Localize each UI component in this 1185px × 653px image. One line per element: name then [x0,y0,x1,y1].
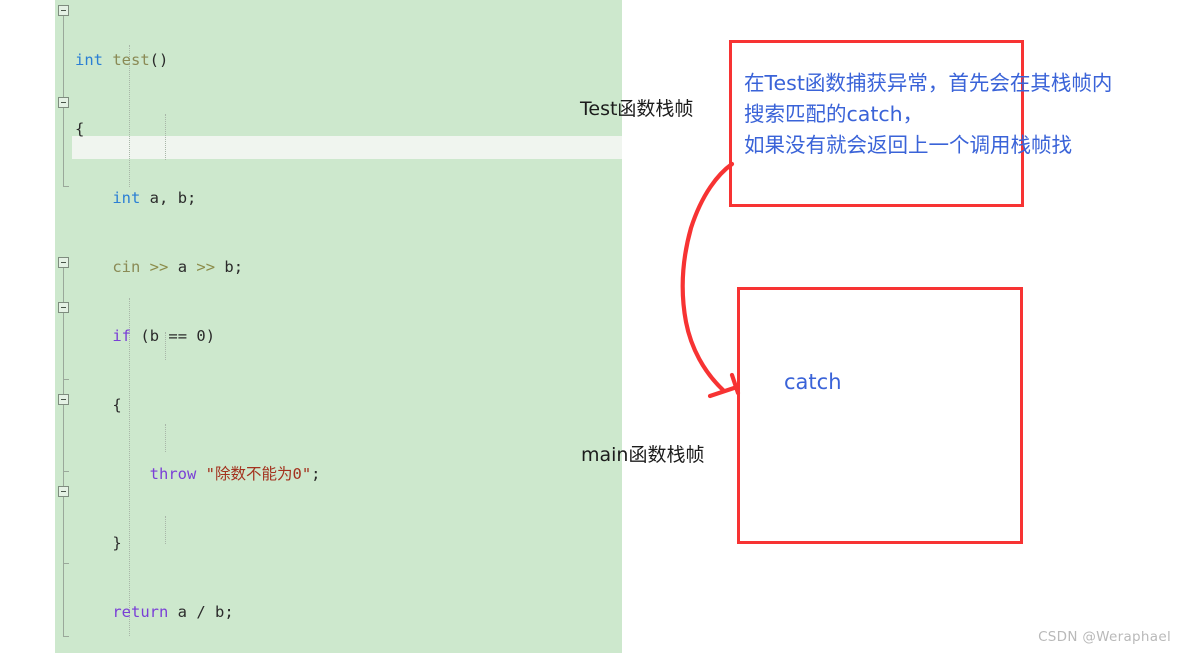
code-editor-panel[interactable]: int test() { int a, b; cin >> a >> b; if… [55,0,622,653]
code-line: return a / b; [112,603,234,621]
code-line-throw: throw "除数不能为0"; [149,465,321,483]
main-stack-frame-box [737,287,1023,544]
arrow-shaft [680,161,735,393]
code-line: if (b == 0) [112,327,216,345]
code-text[interactable]: int test() { int a, b; cin >> a >> b; if… [55,0,622,653]
watermark: CSDN @Weraphael [1038,629,1171,645]
annotation-text: 在Test函数捕获异常，首先会在其栈帧内 搜索匹配的catch， 如果没有就会返… [744,71,1113,157]
arrow-head-lower [707,385,737,399]
main-frame-label: main函数栈帧 [581,444,705,466]
code-line: { [112,396,122,414]
code-line: { [75,120,85,138]
code-line: int a, b; [112,189,197,207]
catch-label: catch [784,370,842,394]
code-line: } [112,534,122,552]
test-frame-label: Test函数栈帧 [580,98,694,120]
code-line: int test() [75,51,169,69]
code-line: cin >> a >> b; [112,258,244,276]
